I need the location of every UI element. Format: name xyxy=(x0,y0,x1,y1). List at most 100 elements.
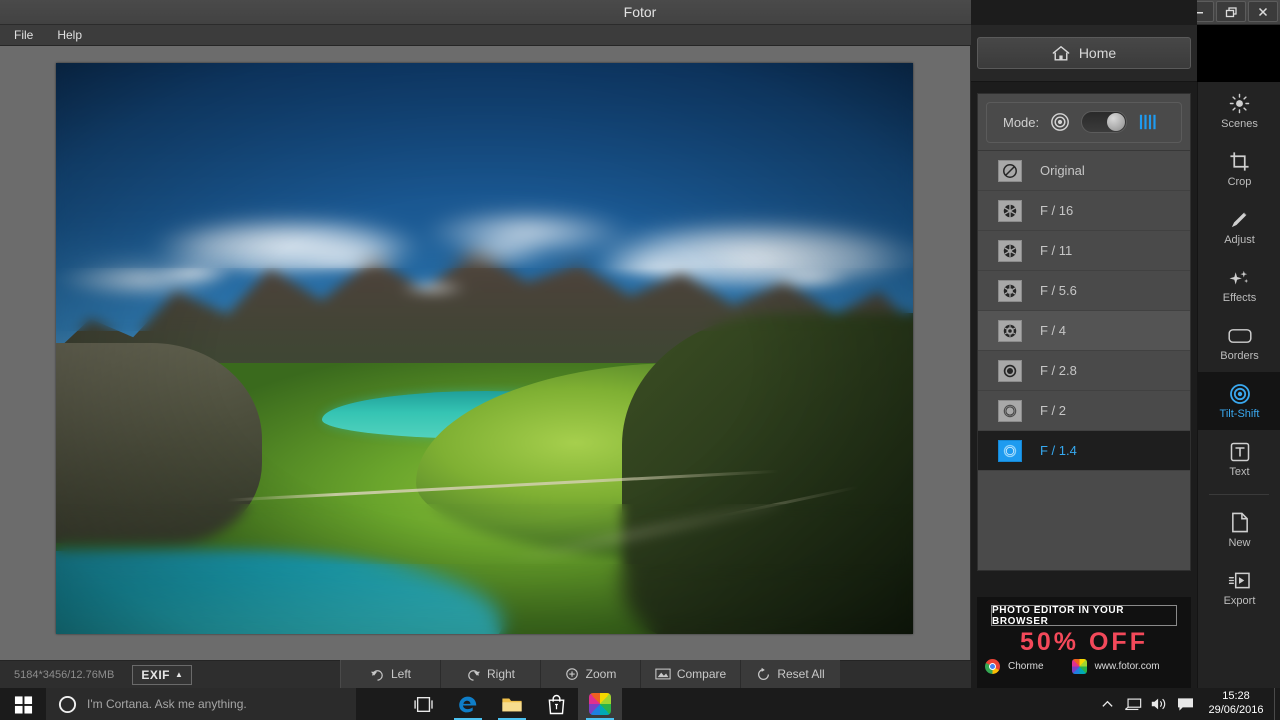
rail-item-tilt-shift[interactable]: Tilt-Shift xyxy=(1198,372,1280,430)
rail-label: Scenes xyxy=(1221,118,1258,130)
close-button[interactable] xyxy=(1248,1,1278,22)
photo-vignette xyxy=(56,63,913,634)
restore-button[interactable] xyxy=(1216,1,1246,22)
network-icon[interactable] xyxy=(1120,688,1146,720)
rail-label: Export xyxy=(1224,595,1256,607)
photo-canvas[interactable] xyxy=(0,46,971,660)
brightness-sun-icon xyxy=(1229,93,1250,115)
aperture-56-icon xyxy=(998,280,1022,302)
rail-label: Borders xyxy=(1220,350,1259,362)
cortana-placeholder: I'm Cortana. Ask me anything. xyxy=(87,697,247,711)
tilt-shift-options-panel: Home Mode: xyxy=(971,0,1197,688)
rotate-right-icon xyxy=(466,663,481,685)
export-arrow-icon xyxy=(1228,570,1251,592)
aperture-item-original[interactable]: Original xyxy=(978,151,1190,191)
edited-photo[interactable] xyxy=(56,63,913,634)
windows-store-icon[interactable] xyxy=(534,688,578,720)
file-explorer-icon[interactable] xyxy=(490,688,534,720)
window-controls xyxy=(1184,1,1278,22)
promo-ad-banner[interactable]: PHOTO EDITOR IN YOUR BROWSER 50% OFF Cho… xyxy=(977,597,1191,688)
mode-row: Mode: xyxy=(978,94,1190,151)
rail-item-adjust[interactable]: Adjust xyxy=(1198,198,1280,256)
aperture-item-f28[interactable]: F / 2.8 xyxy=(978,351,1190,391)
start-button[interactable] xyxy=(0,688,46,720)
rotate-left-button[interactable]: Left xyxy=(341,660,441,688)
edge-browser-icon[interactable] xyxy=(446,688,490,720)
rail-item-export[interactable]: Export xyxy=(1198,559,1280,617)
aperture-item-f4[interactable]: F / 4 xyxy=(978,311,1190,351)
aperture-11-icon xyxy=(998,240,1022,262)
text-t-icon xyxy=(1230,441,1250,463)
aperture-item-f2[interactable]: F / 2 xyxy=(978,391,1190,431)
taskbar-clock[interactable]: 15:28 29/06/2016 xyxy=(1198,688,1274,720)
task-view-icon[interactable] xyxy=(402,688,446,720)
mode-control: Mode: xyxy=(986,102,1182,143)
rail-label: Tilt-Shift xyxy=(1220,408,1260,420)
rail-label: New xyxy=(1228,537,1250,549)
zoom-button[interactable]: Zoom xyxy=(541,660,641,688)
linear-mode-icon[interactable] xyxy=(1138,111,1158,133)
rail-item-crop[interactable]: Crop xyxy=(1198,140,1280,198)
windows-logo-icon xyxy=(14,693,33,715)
pencil-icon xyxy=(1229,209,1250,231)
cortana-search-box[interactable]: I'm Cortana. Ask me anything. xyxy=(46,688,356,720)
rail-item-effects[interactable]: Effects xyxy=(1198,256,1280,314)
reset-all-label: Reset All xyxy=(777,667,824,681)
aperture-item-f16[interactable]: F / 16 xyxy=(978,191,1190,231)
aperture-item-f11[interactable]: F / 11 xyxy=(978,231,1190,271)
aperture-label: F / 4 xyxy=(1040,323,1066,338)
aperture-4-icon xyxy=(998,320,1022,342)
ad-site-label: www.fotor.com xyxy=(1095,661,1160,672)
reset-icon xyxy=(756,663,771,685)
radial-mode-icon[interactable] xyxy=(1050,111,1070,133)
aperture-item-f14[interactable]: F / 1.4 xyxy=(978,431,1190,471)
aperture-2-icon xyxy=(998,400,1022,422)
mode-label: Mode: xyxy=(1003,115,1039,130)
ad-offer-text: 50% OFF xyxy=(977,629,1191,655)
aperture-label: F / 2.8 xyxy=(1040,363,1077,378)
fotor-app-icon[interactable] xyxy=(578,688,622,720)
windows-taskbar: I'm Cortana. Ask me anything. xyxy=(0,688,1280,720)
rotate-left-label: Left xyxy=(391,667,411,681)
fotor-logo-icon xyxy=(1072,659,1087,674)
volume-icon[interactable] xyxy=(1146,688,1172,720)
aperture-label: F / 11 xyxy=(1040,243,1072,258)
mode-toggle-switch[interactable] xyxy=(1081,111,1127,133)
fotor-application-window: Fotor File Help xyxy=(0,0,1280,720)
home-button[interactable]: Home xyxy=(977,37,1191,69)
home-row: Home xyxy=(971,25,1197,82)
reset-all-button[interactable]: Reset All xyxy=(741,660,840,688)
rail-item-text[interactable]: Text xyxy=(1198,430,1280,488)
aperture-list-empty-space xyxy=(978,471,1190,549)
photo-tools-strip: Left Right Zoom xyxy=(340,660,840,688)
rail-divider xyxy=(1209,494,1269,495)
compare-button[interactable]: Compare xyxy=(641,660,741,688)
rail-item-scenes[interactable]: Scenes xyxy=(1198,82,1280,140)
exif-caret-icon: ▲ xyxy=(175,670,183,679)
restore-icon xyxy=(1225,6,1238,18)
fotor-pinwheel-icon xyxy=(589,693,611,715)
rotate-right-button[interactable]: Right xyxy=(441,660,541,688)
chrome-browser-icon xyxy=(985,659,1000,674)
rail-label: Text xyxy=(1229,466,1249,478)
aperture-28-icon xyxy=(998,360,1022,382)
zoom-label: Zoom xyxy=(586,667,617,681)
no-aperture-icon xyxy=(998,160,1022,182)
rail-item-new[interactable]: New xyxy=(1198,501,1280,559)
zoom-in-icon xyxy=(565,663,580,685)
exif-toggle-button[interactable]: EXIF ▲ xyxy=(132,665,192,685)
menu-item-help[interactable]: Help xyxy=(57,28,82,42)
aperture-label: F / 2 xyxy=(1040,403,1066,418)
rail-item-borders[interactable]: Borders xyxy=(1198,314,1280,372)
rotate-right-label: Right xyxy=(487,667,515,681)
show-hidden-icons-chevron[interactable] xyxy=(1094,688,1120,720)
ad-browser-label: Chorme xyxy=(1008,661,1044,672)
menu-item-file[interactable]: File xyxy=(14,28,33,42)
aperture-label: F / 5.6 xyxy=(1040,283,1077,298)
rotate-left-icon xyxy=(370,663,385,685)
aperture-label: Original xyxy=(1040,163,1085,178)
aperture-item-f56[interactable]: F / 5.6 xyxy=(978,271,1190,311)
action-center-icon[interactable] xyxy=(1172,688,1198,720)
show-desktop-button[interactable] xyxy=(1274,688,1280,720)
cortana-circle-icon xyxy=(58,693,77,715)
